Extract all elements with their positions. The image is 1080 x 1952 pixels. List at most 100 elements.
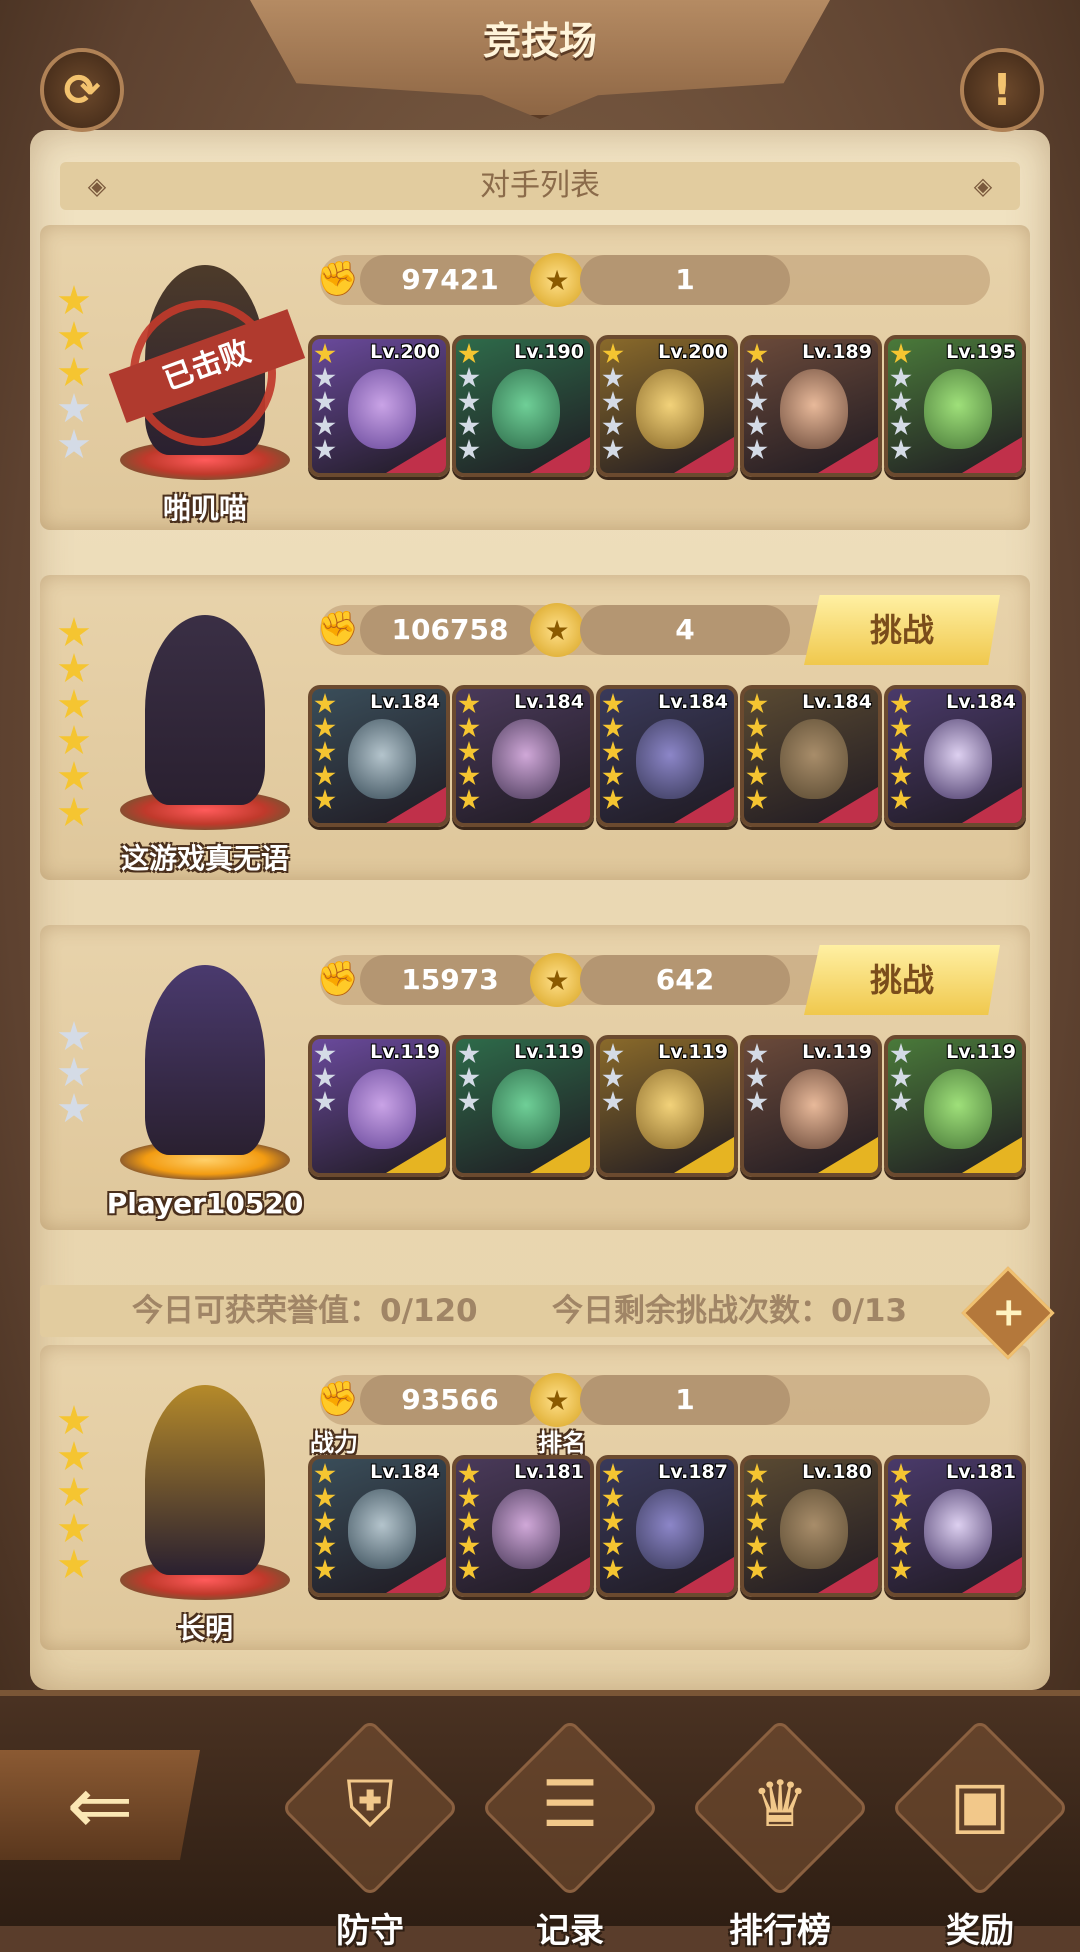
hero-level: Lv.181 (946, 1461, 1016, 1483)
hero-stars (746, 1463, 770, 1583)
hero-level: Lv.184 (802, 691, 872, 713)
medal-icon: ★ (530, 603, 584, 657)
medal-icon: ★ (530, 253, 584, 307)
hero-slot[interactable]: Lv.184 (884, 685, 1026, 827)
player-avatar[interactable] (100, 595, 310, 830)
hero-stars (890, 1043, 914, 1115)
star-icon (890, 1559, 912, 1580)
star-icon (58, 1513, 90, 1543)
hero-stars (314, 1463, 338, 1583)
hero-slot[interactable]: Lv.184 (452, 685, 594, 827)
star-icon (58, 357, 90, 387)
nav-scroll[interactable]: ☰ 记录 (480, 1718, 660, 1951)
star-icon (746, 391, 768, 412)
star-icon (314, 439, 336, 460)
hero-slot[interactable]: Lv.184 (308, 685, 450, 827)
refresh-button[interactable]: ⟳ (40, 48, 124, 132)
star-icon (746, 1067, 768, 1088)
hero-slot[interactable]: Lv.119 (596, 1035, 738, 1177)
hero-slot[interactable]: Lv.181 (884, 1455, 1026, 1597)
hero-stars (314, 693, 338, 813)
rarity-corner (386, 787, 446, 823)
fist-icon: ✊ (316, 959, 360, 999)
stats-row: ✊ 97421 ★ 1 (317, 253, 990, 307)
star-icon (58, 689, 90, 719)
player-name: 这游戏真无语 (120, 842, 289, 875)
nav-shield[interactable]: ⛨ 防守 (280, 1718, 460, 1951)
ornament-left-icon: ◈ (87, 172, 107, 200)
hero-level: Lv.119 (946, 1041, 1016, 1063)
star-icon (314, 741, 336, 762)
character-figure (145, 965, 265, 1155)
rarity-corner (818, 437, 878, 473)
hero-level: Lv.119 (514, 1041, 584, 1063)
hero-slot[interactable]: Lv.181 (452, 1455, 594, 1597)
star-icon (602, 343, 624, 364)
star-icon (602, 391, 624, 412)
rank-stars (58, 1021, 92, 1129)
refresh-icon: ⟳ (63, 64, 101, 116)
star-icon (746, 1535, 768, 1556)
rarity-corner (386, 1557, 446, 1593)
hero-slot[interactable]: Lv.119 (884, 1035, 1026, 1177)
hero-slot[interactable]: Lv.187 (596, 1455, 738, 1597)
page-title: 竞技场 (482, 19, 597, 63)
star-icon (314, 1487, 336, 1508)
star-icon (458, 343, 480, 364)
star-icon (746, 741, 768, 762)
hero-stars (746, 343, 770, 463)
hero-slot[interactable]: Lv.119 (452, 1035, 594, 1177)
info-button[interactable]: ! (960, 48, 1044, 132)
back-button[interactable]: ⇐ (0, 1750, 200, 1860)
star-icon (458, 1487, 480, 1508)
rarity-corner (674, 787, 734, 823)
star-icon (314, 1091, 336, 1112)
star-icon (746, 693, 768, 714)
hero-slot[interactable]: Lv.190 (452, 335, 594, 477)
star-icon (890, 765, 912, 786)
hero-slot[interactable]: Lv.195 (884, 335, 1026, 477)
hero-stars (458, 1463, 482, 1583)
star-icon (602, 1511, 624, 1532)
hero-slot[interactable]: Lv.189 (740, 335, 882, 477)
hero-slot[interactable]: Lv.184 (596, 685, 738, 827)
challenge-button[interactable]: 挑战 (804, 595, 1000, 665)
power-value: 106758 (360, 605, 540, 655)
star-icon (458, 693, 480, 714)
treasure-chest-icon: ▣ (949, 1768, 1011, 1842)
star-icon (602, 789, 624, 810)
hero-level: Lv.184 (658, 691, 728, 713)
hero-slot[interactable]: Lv.200 (308, 335, 450, 477)
hero-slot[interactable]: Lv.184 (308, 1455, 450, 1597)
hero-level: Lv.184 (946, 691, 1016, 713)
hero-slot[interactable]: Lv.184 (740, 685, 882, 827)
hero-level: Lv.184 (370, 691, 440, 713)
star-icon (890, 741, 912, 762)
opponent-list-header: ◈ 对手列表 ◈ (60, 162, 1020, 210)
challenge-button[interactable]: 挑战 (804, 945, 1000, 1015)
hero-slot[interactable]: Lv.180 (740, 1455, 882, 1597)
nav-treasure-chest[interactable]: ▣ 奖励 (890, 1718, 1070, 1951)
player-avatar[interactable] (100, 1365, 310, 1600)
star-icon (602, 1559, 624, 1580)
star-icon (602, 765, 624, 786)
star-icon (314, 1043, 336, 1064)
hero-level: Lv.119 (370, 1041, 440, 1063)
star-icon (890, 1091, 912, 1112)
star-icon (602, 1067, 624, 1088)
rank-value: 642 (580, 955, 790, 1005)
nav-trophy[interactable]: ♛ 排行榜 (690, 1718, 870, 1951)
hero-stars (314, 343, 338, 463)
star-icon (890, 693, 912, 714)
hero-slot[interactable]: Lv.119 (740, 1035, 882, 1177)
ornament-right-icon: ◈ (973, 172, 993, 200)
hero-slot[interactable]: Lv.119 (308, 1035, 450, 1177)
rarity-corner (674, 1137, 734, 1173)
hero-slot[interactable]: Lv.200 (596, 335, 738, 477)
player-avatar[interactable] (100, 945, 310, 1180)
nav-label: 防守 (336, 1911, 404, 1951)
player-avatar[interactable]: 已击败 (100, 245, 310, 480)
star-icon (58, 321, 90, 351)
daily-info-bar: 今日可获荣誉值：0/120 今日剩余挑战次数：0/13 (40, 1285, 1000, 1337)
scroll-icon: ☰ (541, 1768, 599, 1842)
